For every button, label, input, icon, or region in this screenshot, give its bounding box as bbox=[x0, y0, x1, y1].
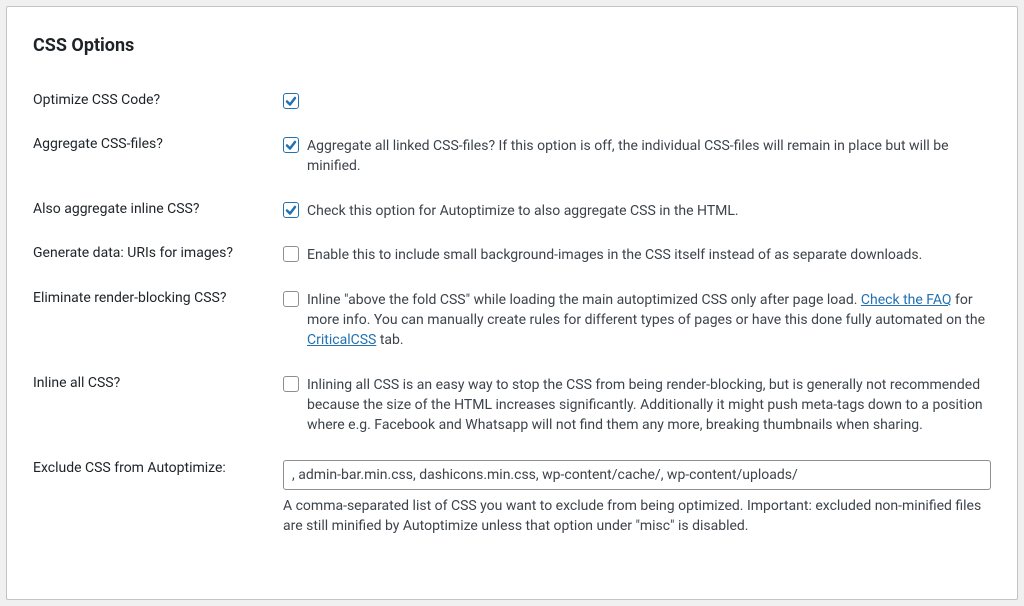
label-optimize-css: Optimize CSS Code? bbox=[33, 92, 283, 108]
desc-inline-all: Inlining all CSS is an easy way to stop … bbox=[307, 375, 991, 436]
row-optimize-css: Optimize CSS Code? bbox=[33, 80, 991, 124]
label-exclude-css: Exclude CSS from Autoptimize: bbox=[33, 460, 283, 476]
css-options-card: CSS Options Optimize CSS Code? Aggregate… bbox=[6, 6, 1018, 600]
section-title: CSS Options bbox=[33, 35, 991, 56]
checkbox-optimize-css[interactable] bbox=[283, 93, 299, 109]
desc-render-blocking: Inline "above the fold CSS" while loadin… bbox=[307, 290, 991, 351]
label-aggregate-css: Aggregate CSS-files? bbox=[33, 136, 283, 152]
row-data-uris: Generate data: URIs for images? Enable t… bbox=[33, 233, 991, 278]
help-exclude-css: A comma-separated list of CSS you want t… bbox=[283, 496, 991, 537]
row-render-blocking: Eliminate render-blocking CSS? Inline "a… bbox=[33, 278, 991, 363]
desc-render-blocking-3: tab. bbox=[376, 332, 403, 348]
checkbox-data-uris[interactable] bbox=[283, 246, 299, 262]
checkbox-aggregate-inline[interactable] bbox=[283, 202, 299, 218]
row-aggregate-inline: Also aggregate inline CSS? Check this op… bbox=[33, 189, 991, 233]
row-exclude-css: Exclude CSS from Autoptimize: A comma-se… bbox=[33, 448, 991, 549]
desc-data-uris: Enable this to include small background-… bbox=[307, 245, 922, 265]
checkbox-render-blocking[interactable] bbox=[283, 291, 299, 307]
label-data-uris: Generate data: URIs for images? bbox=[33, 245, 283, 261]
row-inline-all: Inline all CSS? Inlining all CSS is an e… bbox=[33, 363, 991, 448]
checkbox-inline-all[interactable] bbox=[283, 376, 299, 392]
desc-aggregate-css: Aggregate all linked CSS-files? If this … bbox=[307, 136, 991, 177]
row-aggregate-css: Aggregate CSS-files? Aggregate all linke… bbox=[33, 124, 991, 189]
checkbox-aggregate-css[interactable] bbox=[283, 137, 299, 153]
link-check-faq[interactable]: Check the FAQ bbox=[861, 292, 952, 308]
label-inline-all: Inline all CSS? bbox=[33, 375, 283, 391]
input-exclude-css[interactable] bbox=[283, 460, 991, 490]
link-criticalcss[interactable]: CriticalCSS bbox=[307, 332, 376, 348]
desc-render-blocking-1: Inline "above the fold CSS" while loadin… bbox=[307, 292, 861, 308]
desc-aggregate-inline: Check this option for Autoptimize to als… bbox=[307, 201, 739, 221]
label-render-blocking: Eliminate render-blocking CSS? bbox=[33, 290, 283, 306]
label-aggregate-inline: Also aggregate inline CSS? bbox=[33, 201, 283, 217]
